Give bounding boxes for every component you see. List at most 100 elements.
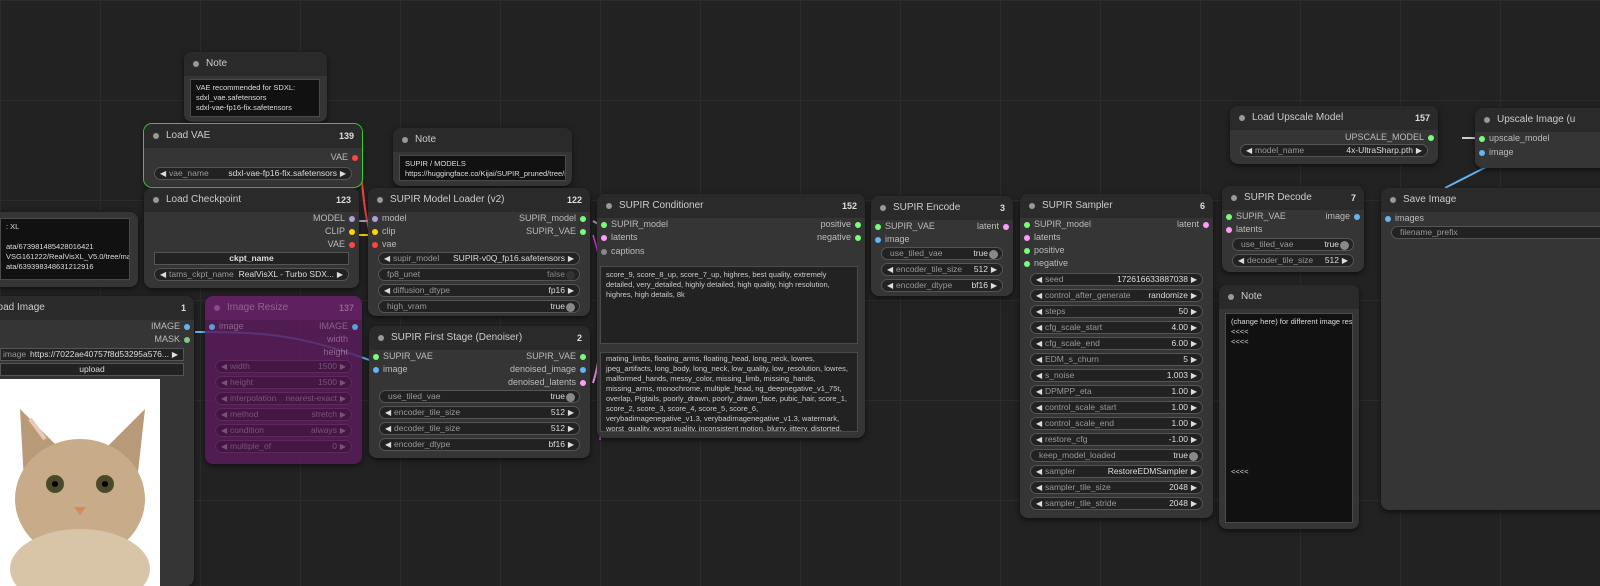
- encoder-dtype-widget[interactable]: ◀ encoder_dtype bf16 ▶: [881, 279, 1003, 292]
- note-supir-models[interactable]: Note SUPIR / MODELS https://huggingface.…: [393, 128, 572, 186]
- arrow-left-icon[interactable]: ◀: [1036, 434, 1042, 445]
- arrow-left-icon[interactable]: ◀: [1036, 402, 1042, 413]
- input-captions-pin[interactable]: [601, 248, 607, 255]
- arrow-right-icon[interactable]: ▶: [1191, 402, 1197, 413]
- input-clip-pin[interactable]: [372, 228, 378, 235]
- arrow-left-icon[interactable]: ◀: [1036, 338, 1042, 349]
- note-vae-recommended[interactable]: Note VAE recommended for SDXL: sdxl_vae.…: [184, 52, 327, 122]
- input-vae-pin[interactable]: [372, 241, 378, 248]
- arrow-right-icon[interactable]: ▶: [340, 377, 346, 388]
- arrow-left-icon[interactable]: ◀: [1036, 290, 1042, 301]
- resize-height-widget[interactable]: ◀ height 1500 ▶: [215, 376, 352, 389]
- output-image-pin[interactable]: [184, 323, 190, 330]
- arrow-right-icon[interactable]: ▶: [340, 393, 346, 404]
- node-save-image[interactable]: Save Image images filename_prefix: [1381, 188, 1600, 510]
- sampler-cfg-scale-start-widget[interactable]: ◀ cfg_scale_start 4.00 ▶: [1030, 321, 1203, 334]
- arrow-right-icon[interactable]: ▶: [1191, 370, 1197, 381]
- collapse-dot-icon[interactable]: [1484, 117, 1490, 123]
- arrow-right-icon[interactable]: ▶: [172, 349, 178, 360]
- sampler-dpmpp-eta-widget[interactable]: ◀ DPMPP_eta 1.00 ▶: [1030, 385, 1203, 398]
- arrow-right-icon[interactable]: ▶: [1191, 338, 1197, 349]
- arrow-left-icon[interactable]: ◀: [1036, 354, 1042, 365]
- sampler-control-scale-end-widget[interactable]: ◀ control_scale_end 1.00 ▶: [1030, 417, 1203, 430]
- diffusion-dtype-widget[interactable]: ◀ diffusion_dtype fp16 ▶: [378, 284, 580, 297]
- arrow-right-icon[interactable]: ▶: [568, 407, 574, 418]
- arrow-left-icon[interactable]: ◀: [385, 407, 391, 418]
- sampler-sampler-tile-size-widget[interactable]: ◀ sampler_tile_size 2048 ▶: [1030, 481, 1203, 494]
- vae-name-widget[interactable]: ◀ vae_name sdxl-vae-fp16-fix.safetensors ▶: [154, 167, 352, 180]
- sampler-seed-widget[interactable]: ◀ seed 172616633887038 ▶: [1030, 273, 1203, 286]
- input-positive-pin[interactable]: [1024, 247, 1030, 254]
- resize-condition-widget[interactable]: ◀ condition always ▶: [215, 424, 352, 437]
- arrow-left-icon[interactable]: ◀: [221, 377, 227, 388]
- arrow-right-icon[interactable]: ▶: [1191, 290, 1197, 301]
- arrow-right-icon[interactable]: ▶: [991, 264, 997, 275]
- output-denoised-image-pin[interactable]: [580, 366, 586, 373]
- high-vram-toggle[interactable]: high_vram true: [378, 300, 580, 313]
- input-image-pin[interactable]: [209, 323, 215, 330]
- collapse-dot-icon[interactable]: [378, 335, 384, 341]
- sampler-cfg-scale-end-widget[interactable]: ◀ cfg_scale_end 6.00 ▶: [1030, 337, 1203, 350]
- arrow-left-icon[interactable]: ◀: [887, 280, 893, 291]
- collapse-dot-icon[interactable]: [1029, 203, 1035, 209]
- decoder-tile-size-widget[interactable]: ◀ decoder_tile_size 512 ▶: [1232, 254, 1354, 267]
- collapse-dot-icon[interactable]: [606, 203, 612, 209]
- arrow-right-icon[interactable]: ▶: [1342, 255, 1348, 266]
- arrow-left-icon[interactable]: ◀: [1036, 322, 1042, 333]
- node-supir-encode[interactable]: SUPIR Encode 3 SUPIR_VAE latent image use_…: [871, 196, 1013, 296]
- arrow-left-icon[interactable]: ◀: [1036, 386, 1042, 397]
- output-supir-vae-pin[interactable]: [580, 353, 586, 360]
- input-supir-vae-pin[interactable]: [373, 353, 379, 360]
- toggle-icon[interactable]: [566, 271, 575, 280]
- note-partial-left[interactable]: : XL ata/67398148542801642​1 VSG161222/R…: [0, 212, 138, 287]
- arrow-left-icon[interactable]: ◀: [385, 439, 391, 450]
- sampler-control-scale-start-widget[interactable]: ◀ control_scale_start 1.00 ▶: [1030, 401, 1203, 414]
- node-supir-model-loader[interactable]: SUPIR Model Loader (v2) 122 model SUPIR_mo…: [368, 188, 590, 316]
- arrow-right-icon[interactable]: ▶: [1191, 466, 1197, 477]
- arrow-left-icon[interactable]: ◀: [1036, 482, 1042, 493]
- input-image-pin[interactable]: [1479, 149, 1485, 156]
- arrow-left-icon[interactable]: ◀: [1036, 466, 1042, 477]
- collapse-dot-icon[interactable]: [880, 205, 886, 211]
- output-clip-pin[interactable]: [349, 228, 355, 235]
- input-images-pin[interactable]: [1385, 215, 1391, 222]
- arrow-left-icon[interactable]: ◀: [384, 253, 390, 264]
- output-image-pin[interactable]: [352, 323, 358, 330]
- node-upscale-image[interactable]: Upscale Image (u upscale_model image: [1475, 108, 1600, 168]
- output-model-pin[interactable]: [349, 215, 355, 222]
- sampler-edm-s-churn-widget[interactable]: ◀ EDM_s_churn 5 ▶: [1030, 353, 1203, 366]
- arrow-right-icon[interactable]: ▶: [340, 441, 346, 452]
- collapse-dot-icon[interactable]: [1231, 195, 1237, 201]
- collapse-dot-icon[interactable]: [402, 137, 408, 143]
- resize-interpolation-widget[interactable]: ◀ interpolation nearest-exact ▶: [215, 392, 352, 405]
- use-tiled-vae-toggle[interactable]: use_tiled_vae true: [881, 247, 1003, 260]
- output-vae-pin[interactable]: [349, 241, 355, 248]
- arrow-right-icon[interactable]: ▶: [1191, 322, 1197, 333]
- arrow-left-icon[interactable]: ◀: [887, 264, 893, 275]
- arrow-right-icon[interactable]: ▶: [1191, 418, 1197, 429]
- arrow-left-icon[interactable]: ◀: [1036, 498, 1042, 509]
- collapse-dot-icon[interactable]: [1239, 115, 1245, 121]
- output-negative-pin[interactable]: [855, 234, 861, 241]
- output-latent-pin[interactable]: [1003, 223, 1009, 230]
- node-load-image[interactable]: Load Image 1 IMAGE MASK imagehttps://7022…: [0, 296, 194, 586]
- image-url-widget[interactable]: image https://7022ae40757f8d53295a576... ▶: [0, 348, 184, 361]
- arrow-right-icon[interactable]: ▶: [1191, 386, 1197, 397]
- resize-width-widget[interactable]: ◀ width 1500 ▶: [215, 360, 352, 373]
- arrow-left-icon[interactable]: ◀: [1036, 418, 1042, 429]
- resize-multiple-of-widget[interactable]: ◀ multiple_of 0 ▶: [215, 440, 352, 453]
- arrow-right-icon[interactable]: ▶: [340, 409, 346, 420]
- arrow-left-icon[interactable]: ◀: [1036, 370, 1042, 381]
- output-denoised-latents-pin[interactable]: [580, 379, 586, 386]
- input-supir-vae-pin[interactable]: [1226, 213, 1232, 220]
- output-upscale-model-pin[interactable]: [1428, 134, 1434, 141]
- arrow-right-icon[interactable]: ▶: [1191, 274, 1197, 285]
- sampler-keep-model-loaded-widget[interactable]: keep_model_loaded true: [1030, 449, 1203, 462]
- sampler-restore-cfg-widget[interactable]: ◀ restore_cfg -1.00 ▶: [1030, 433, 1203, 446]
- collapse-dot-icon[interactable]: [377, 197, 383, 203]
- node-load-checkpoint[interactable]: Load Checkpoint 123 MODEL CLIP VAE ckpt_n…: [144, 188, 359, 288]
- arrow-right-icon[interactable]: ▶: [337, 269, 343, 280]
- encoder-dtype-widget[interactable]: ◀ encoder_dtype bf16 ▶: [379, 438, 580, 451]
- collapse-dot-icon[interactable]: [1390, 197, 1396, 203]
- use-tiled-vae-toggle[interactable]: use_tiled_vae true: [1232, 238, 1354, 251]
